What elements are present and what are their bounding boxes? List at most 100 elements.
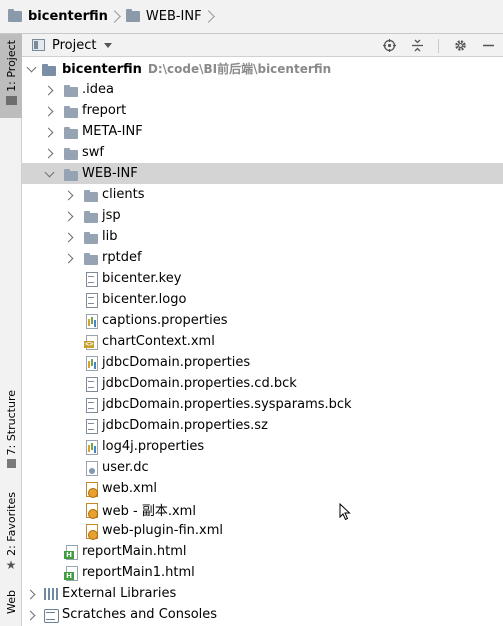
panel-title[interactable]: Project	[52, 38, 96, 53]
properties-file-icon	[83, 313, 99, 329]
tree-row-folder[interactable]: lib	[22, 226, 503, 247]
tree-row-path: D:\code\BI前后端\bicenterfin	[147, 62, 332, 76]
breadcrumb-item-web-inf[interactable]: WEB-INF	[125, 0, 202, 33]
tree-row-label: WEB-INF	[82, 166, 138, 181]
breadcrumb-label: WEB-INF	[145, 9, 202, 24]
dc-file-icon	[83, 460, 99, 476]
chevron-right-icon[interactable]	[44, 106, 54, 116]
tree-row-label: bicenterfin D:\code\BI前后端\bicenterfin	[62, 62, 332, 77]
panel-header: Project	[22, 34, 503, 57]
breadcrumb: bicenterfin WEB-INF	[0, 0, 503, 34]
text-file-icon	[83, 397, 99, 413]
chevron-right-icon[interactable]	[44, 127, 54, 137]
tree-row-file[interactable]: jdbcDomain.properties.sz	[22, 415, 503, 436]
folder-icon	[63, 145, 79, 161]
tab-web-label: Web	[4, 590, 18, 614]
tree-row-label: clients	[102, 187, 145, 202]
tree-row-file[interactable]: reportMain.html	[22, 541, 503, 562]
folder-icon	[63, 103, 79, 119]
panel-toolbar	[382, 34, 495, 57]
folder-icon	[83, 187, 99, 203]
chevron-right-icon[interactable]	[64, 232, 74, 242]
chevron-right-icon[interactable]	[44, 148, 54, 158]
tree-row-folder[interactable]: swf	[22, 142, 503, 163]
tree-row-label: user.dc	[102, 460, 149, 475]
tree-row-label: jdbcDomain.properties.sz	[102, 418, 268, 433]
locate-icon[interactable]	[382, 39, 396, 53]
tree-row-label: captions.properties	[102, 313, 228, 328]
tree-row-file[interactable]: jdbcDomain.properties.sysparams.bck	[22, 394, 503, 415]
tree-row-file[interactable]: bicenter.logo	[22, 289, 503, 310]
tab-favorites[interactable]: 2: Favorites ★	[0, 492, 22, 578]
star-icon: ★	[5, 557, 17, 572]
text-file-icon	[83, 418, 99, 434]
tree-row-label: External Libraries	[62, 586, 177, 601]
web-xml-file-icon	[83, 523, 99, 540]
breadcrumb-label: bicenterfin	[28, 9, 108, 24]
tree-row-file[interactable]: web-plugin-fin.xml	[22, 520, 503, 541]
tree-row-label: web.xml	[102, 481, 157, 496]
folder-icon	[63, 82, 79, 98]
chevron-right-icon[interactable]	[26, 610, 36, 620]
tab-structure[interactable]: 7: Structure	[0, 390, 22, 486]
chevron-right-icon[interactable]	[64, 190, 74, 200]
tree-row-external-libraries[interactable]: External Libraries	[22, 583, 503, 604]
tree-row-folder[interactable]: rptdef	[22, 247, 503, 268]
tree-row-label: rptdef	[102, 250, 142, 265]
tree-row-file[interactable]: reportMain1.html	[22, 562, 503, 583]
tree-row-file[interactable]: web.xml	[22, 478, 503, 499]
folder-icon	[125, 9, 140, 22]
tree-row-folder[interactable]: clients	[22, 184, 503, 205]
tree-row-folder-selected[interactable]: WEB-INF	[22, 163, 503, 184]
collapse-all-icon[interactable]	[410, 39, 424, 53]
tree-row-label: lib	[102, 229, 118, 244]
gear-icon[interactable]	[453, 39, 467, 53]
tree-row-file[interactable]: jdbcDomain.properties	[22, 352, 503, 373]
tree-row-label: reportMain1.html	[82, 565, 195, 580]
tab-web[interactable]: Web	[0, 590, 22, 626]
html-file-icon	[63, 565, 79, 581]
chevron-down-icon[interactable]	[26, 64, 36, 74]
chevron-right-icon[interactable]	[26, 589, 36, 599]
scratches-icon	[43, 607, 59, 623]
tree-row-file[interactable]: captions.properties	[22, 310, 503, 331]
text-file-icon	[83, 376, 99, 392]
tree-row-file[interactable]: web - 副本.xml	[22, 499, 503, 520]
web-xml-file-icon	[83, 481, 99, 498]
chevron-down-icon[interactable]	[104, 42, 113, 48]
tree-row-root[interactable]: bicenterfin D:\code\BI前后端\bicenterfin	[22, 58, 503, 79]
tree-row-label: jdbcDomain.properties.sysparams.bck	[102, 397, 352, 412]
tree-row-file[interactable]: bicenter.key	[22, 268, 503, 289]
project-panel: Project bicenterfin D:\code\BI前后端\bicente…	[22, 34, 503, 626]
tab-project[interactable]: 1: Project	[0, 34, 22, 118]
folder-icon	[83, 208, 99, 224]
tree-row-label: jsp	[102, 208, 121, 223]
tree-row-folder[interactable]: jsp	[22, 205, 503, 226]
breadcrumb-item-bicenterfin[interactable]: bicenterfin	[8, 0, 108, 33]
folder-icon	[63, 124, 79, 140]
tree-row-folder[interactable]: .idea	[22, 79, 503, 100]
tree-row-folder[interactable]: freport	[22, 100, 503, 121]
tree-row-file[interactable]: log4j.properties	[22, 436, 503, 457]
tree-row-file[interactable]: jdbcDomain.properties.cd.bck	[22, 373, 503, 394]
libraries-icon	[43, 586, 59, 602]
chevron-right-icon	[110, 6, 120, 28]
chevron-right-icon[interactable]	[64, 211, 74, 221]
minimize-icon[interactable]	[481, 39, 495, 53]
folder-icon	[83, 229, 99, 245]
tree-row-file[interactable]: chartContext.xml	[22, 331, 503, 352]
chevron-down-icon[interactable]	[44, 169, 54, 179]
tree-row-label: bicenter.key	[102, 271, 182, 286]
chevron-right-icon[interactable]	[44, 85, 54, 95]
tree-row-folder[interactable]: META-INF	[22, 121, 503, 142]
tree-row-label: chartContext.xml	[102, 334, 215, 349]
tree-row-label: Scratches and Consoles	[62, 607, 218, 622]
text-file-icon	[83, 271, 99, 287]
tree-row-file[interactable]: user.dc	[22, 457, 503, 478]
tree-row-label: .idea	[82, 82, 114, 97]
chevron-right-icon[interactable]	[64, 253, 74, 263]
tree-row-label: jdbcDomain.properties.cd.bck	[102, 376, 297, 391]
tree-row-label: jdbcDomain.properties	[102, 355, 251, 370]
tree-row-label: freport	[82, 103, 127, 118]
tree-row-scratches[interactable]: Scratches and Consoles	[22, 604, 503, 625]
